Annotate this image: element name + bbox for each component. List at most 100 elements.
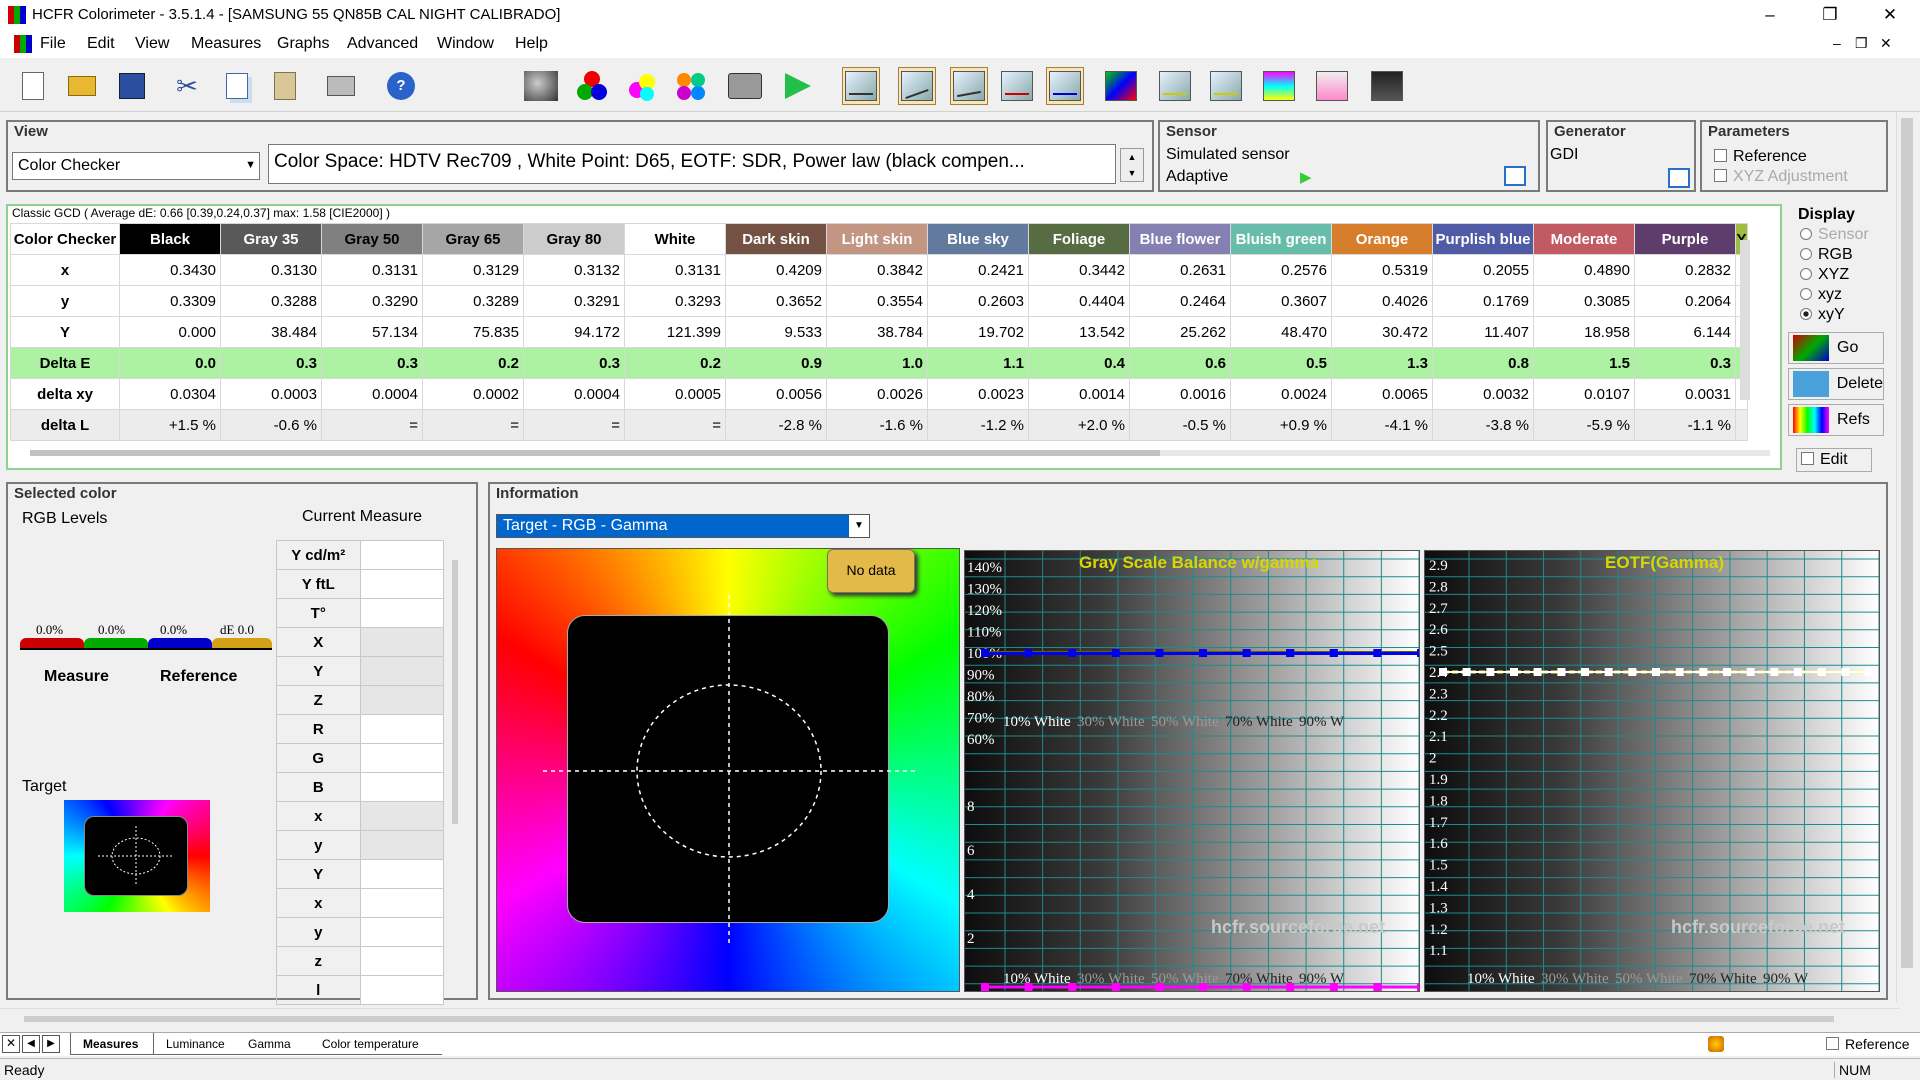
measure-value[interactable] (359, 888, 444, 918)
refs-button[interactable]: Refs (1788, 404, 1884, 436)
table-cell[interactable]: 1.5 (1533, 347, 1635, 379)
graph-window-7-icon[interactable] (1156, 67, 1194, 105)
table-cell[interactable]: 0.4404 (1028, 285, 1130, 317)
table-cell[interactable]: 0.3 (1634, 347, 1736, 379)
table-cell[interactable]: 1.3 (1331, 347, 1433, 379)
table-cell[interactable]: 0.0056 (725, 378, 827, 410)
table-cell[interactable]: 0.0031 (1634, 378, 1736, 410)
tab-nav-close-icon[interactable]: ✕ (2, 1035, 20, 1053)
measure-value[interactable] (359, 685, 444, 715)
table-cell[interactable]: 0.3291 (523, 285, 625, 317)
table-cell[interactable]: 0.0304 (119, 378, 221, 410)
table-cell[interactable]: 0.0 (119, 347, 221, 379)
tab-gamma[interactable]: Gamma (236, 1033, 306, 1055)
tab-luminance[interactable]: Luminance (154, 1033, 236, 1055)
table-cell[interactable]: 0.2 (422, 347, 524, 379)
copy-icon[interactable] (218, 67, 256, 105)
table-cell[interactable]: 1.0 (826, 347, 928, 379)
measure-value[interactable] (359, 917, 444, 947)
table-cell[interactable]: 25.262 (1129, 316, 1231, 348)
table-cell[interactable]: 0.0032 (1432, 378, 1534, 410)
color-checker-icon[interactable] (672, 67, 710, 105)
table-cell[interactable]: -0.6 % (220, 409, 322, 441)
play-small-icon[interactable]: ▶ (1300, 168, 1312, 186)
table-cell[interactable]: -5.9 % (1533, 409, 1635, 441)
table-cell[interactable]: 0.3290 (321, 285, 423, 317)
minimize-icon[interactable]: – (1740, 0, 1800, 30)
column-header[interactable]: Dark skin (725, 223, 827, 255)
measure-value[interactable] (359, 975, 444, 1005)
measure-value[interactable] (359, 743, 444, 773)
table-cell[interactable]: 0.8 (1432, 347, 1534, 379)
table-cell[interactable]: = (624, 409, 726, 441)
camera-icon[interactable] (726, 67, 764, 105)
table-cell[interactable]: 0.0014 (1028, 378, 1130, 410)
menu-advanced[interactable]: Advanced (347, 35, 418, 53)
table-cell[interactable]: 94.172 (523, 316, 625, 348)
generator-config-icon[interactable] (1668, 168, 1690, 188)
measure-value[interactable] (359, 830, 444, 860)
table-cell[interactable]: 9.533 (725, 316, 827, 348)
table-cell[interactable]: 0.3430 (119, 254, 221, 286)
table-cell[interactable]: 38.784 (826, 316, 928, 348)
table-cell[interactable]: 0.000 (119, 316, 221, 348)
mdi-restore-icon[interactable]: ❐ (1855, 35, 1868, 52)
table-cell[interactable]: -4.1 % (1331, 409, 1433, 441)
delete-button[interactable]: Delete (1788, 368, 1884, 400)
table-cell[interactable]: 0.0107 (1533, 378, 1635, 410)
table-cell[interactable]: 13.542 (1028, 316, 1130, 348)
table-cell[interactable]: 0.0023 (927, 378, 1029, 410)
table-cell[interactable]: 0.0016 (1129, 378, 1231, 410)
table-cell[interactable]: = (523, 409, 625, 441)
graph-window-3-icon[interactable] (950, 67, 988, 105)
table-cell[interactable]: 0.5 (1230, 347, 1332, 379)
table-vscroll[interactable] (1740, 240, 1750, 400)
table-cell[interactable]: 0.5319 (1331, 254, 1433, 286)
table-cell[interactable]: 0.3554 (826, 285, 928, 317)
table-cell[interactable]: 0.2055 (1432, 254, 1534, 286)
column-header[interactable]: Moderate (1533, 223, 1635, 255)
table-cell[interactable]: 0.3607 (1230, 285, 1332, 317)
save-icon[interactable] (113, 67, 151, 105)
column-header[interactable]: Blue flower (1129, 223, 1231, 255)
table-cell[interactable]: +0.9 % (1230, 409, 1332, 441)
go-button[interactable]: Go (1788, 332, 1884, 364)
right-scrollbar[interactable] (1896, 112, 1916, 1002)
tab-measures[interactable]: Measures (70, 1033, 154, 1055)
menu-measures[interactable]: Measures (191, 35, 261, 53)
table-cell[interactable]: -2.8 % (725, 409, 827, 441)
table-cell[interactable]: 0.0004 (321, 378, 423, 410)
table-cell[interactable] (1735, 409, 1748, 441)
table-cell[interactable]: 0.3289 (422, 285, 524, 317)
table-cell[interactable]: 0.0002 (422, 378, 524, 410)
graph-select[interactable]: Target - RGB - Gamma ▼ (496, 514, 870, 538)
table-cell[interactable]: 0.3 (220, 347, 322, 379)
menu-file[interactable]: File (40, 35, 66, 53)
table-cell[interactable]: 0.2464 (1129, 285, 1231, 317)
column-header[interactable]: Light skin (826, 223, 928, 255)
table-cell[interactable]: 19.702 (927, 316, 1029, 348)
measure-value[interactable] (359, 801, 444, 831)
mdi-close-icon[interactable]: ✕ (1880, 35, 1892, 52)
column-header[interactable]: Gray 35 (220, 223, 322, 255)
sensor-icon[interactable] (522, 67, 560, 105)
measure-value[interactable] (359, 627, 444, 657)
tab-color-temperature[interactable]: Color temperature (306, 1033, 442, 1055)
table-cell[interactable]: 0.0005 (624, 378, 726, 410)
help-icon[interactable]: ? (382, 67, 420, 105)
measure-value[interactable] (359, 540, 444, 570)
graph-window-9-icon[interactable] (1260, 67, 1298, 105)
table-cell[interactable]: 75.835 (422, 316, 524, 348)
restore-icon[interactable]: ❐ (1800, 0, 1860, 30)
table-cell[interactable]: = (321, 409, 423, 441)
table-cell[interactable]: 0.3131 (321, 254, 423, 286)
table-cell[interactable]: 0.2421 (927, 254, 1029, 286)
edit-checkbox[interactable]: Edit (1796, 448, 1872, 472)
graph-window-10-icon[interactable] (1313, 67, 1351, 105)
display-option-xyz-lower[interactable]: xyz (1800, 286, 1842, 304)
table-cell[interactable]: 0.0065 (1331, 378, 1433, 410)
graph-window-4-icon[interactable] (998, 67, 1036, 105)
table-cell[interactable]: 0.2631 (1129, 254, 1231, 286)
display-option-rgb[interactable]: RGB (1800, 246, 1853, 264)
mdi-minimize-icon[interactable]: – (1833, 35, 1841, 51)
